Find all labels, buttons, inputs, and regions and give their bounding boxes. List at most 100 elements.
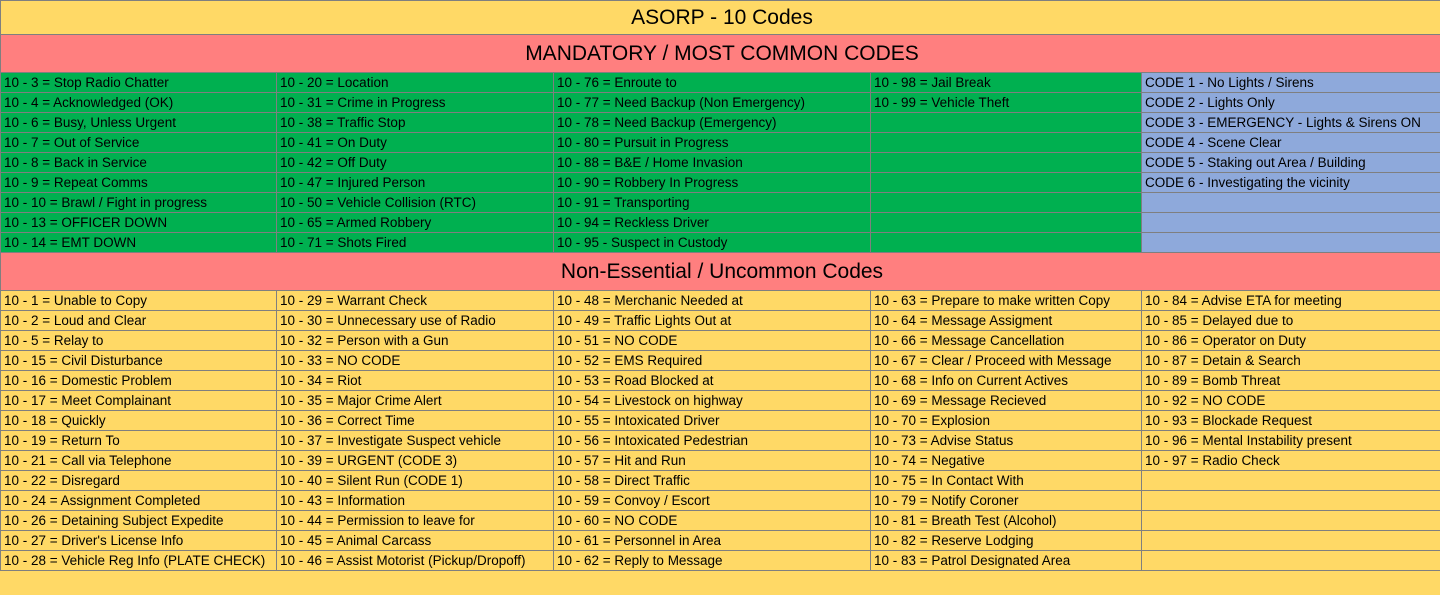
uncommon-code-cell: 10 - 60 = NO CODE bbox=[553, 510, 871, 531]
mandatory-code-cell: 10 - 9 = Repeat Comms bbox=[0, 172, 277, 193]
mandatory-code-cell: 10 - 71 = Shots Fired bbox=[276, 232, 554, 253]
mandatory-code-cell: 10 - 95 - Suspect in Custody bbox=[553, 232, 871, 253]
mandatory-code-cell: 10 - 80 = Pursuit in Progress bbox=[553, 132, 871, 153]
mandatory-code-cell: 10 - 6 = Busy, Unless Urgent bbox=[0, 112, 277, 133]
uncommon-row: 10 - 17 = Meet Complainant 10 - 35 = Majo… bbox=[0, 390, 1440, 411]
mandatory-code-cell: 10 - 91 = Transporting bbox=[553, 192, 871, 213]
mandatory-row: 10 - 13 = OFFICER DOWN 10 - 65 = Armed Ro… bbox=[0, 212, 1440, 233]
mandatory-code-cell bbox=[870, 192, 1142, 213]
mandatory-code-cell: 10 - 7 = Out of Service bbox=[0, 132, 277, 153]
mandatory-code-cell bbox=[870, 212, 1142, 233]
mandatory-code-cell: 10 - 50 = Vehicle Collision (RTC) bbox=[276, 192, 554, 213]
uncommon-code-cell: 10 - 5 = Relay to bbox=[0, 330, 277, 351]
uncommon-code-cell: 10 - 56 = Intoxicated Pedestrian bbox=[553, 430, 871, 451]
mandatory-row: 10 - 6 = Busy, Unless Urgent 10 - 38 = Tr… bbox=[0, 112, 1440, 133]
uncommon-row: 10 - 16 = Domestic Problem 10 - 34 = Riot… bbox=[0, 370, 1440, 391]
mandatory-code-cell bbox=[1141, 192, 1440, 213]
mandatory-row: 10 - 8 = Back in Service 10 - 42 = Off Du… bbox=[0, 152, 1440, 173]
mandatory-code-cell bbox=[1141, 232, 1440, 253]
mandatory-code-cell: 10 - 88 = B&E / Home Invasion bbox=[553, 152, 871, 173]
uncommon-code-cell: 10 - 40 = Silent Run (CODE 1) bbox=[276, 470, 554, 491]
uncommon-code-cell: 10 - 69 = Message Recieved bbox=[870, 390, 1142, 411]
uncommon-code-cell: 10 - 46 = Assist Motorist (Pickup/Dropof… bbox=[276, 550, 554, 571]
mandatory-code-cell: 10 - 94 = Reckless Driver bbox=[553, 212, 871, 233]
uncommon-row: 10 - 5 = Relay to 10 - 32 = Person with a… bbox=[0, 330, 1440, 351]
uncommon-heading: Non-Essential / Uncommon Codes bbox=[0, 252, 1440, 291]
uncommon-code-cell: 10 - 39 = URGENT (CODE 3) bbox=[276, 450, 554, 471]
uncommon-code-cell: 10 - 92 = NO CODE bbox=[1141, 390, 1440, 411]
uncommon-code-cell: 10 - 58 = Direct Traffic bbox=[553, 470, 871, 491]
uncommon-code-cell: 10 - 34 = Riot bbox=[276, 370, 554, 391]
uncommon-code-cell: 10 - 27 = Driver's License Info bbox=[0, 530, 277, 551]
mandatory-code-cell: 10 - 13 = OFFICER DOWN bbox=[0, 212, 277, 233]
uncommon-code-cell bbox=[1141, 530, 1440, 551]
uncommon-code-cell: 10 - 83 = Patrol Designated Area bbox=[870, 550, 1142, 571]
uncommon-code-cell bbox=[1141, 490, 1440, 511]
uncommon-code-cell: 10 - 64 = Message Assigment bbox=[870, 310, 1142, 331]
uncommon-code-cell: 10 - 82 = Reserve Lodging bbox=[870, 530, 1142, 551]
uncommon-code-cell: 10 - 61 = Personnel in Area bbox=[553, 530, 871, 551]
mandatory-row: 10 - 3 = Stop Radio Chatter 10 - 20 = Loc… bbox=[0, 72, 1440, 93]
mandatory-code-cell: 10 - 4 = Acknowledged (OK) bbox=[0, 92, 277, 113]
uncommon-code-cell: 10 - 21 = Call via Telephone bbox=[0, 450, 277, 471]
uncommon-code-cell: 10 - 28 = Vehicle Reg Info (PLATE CHECK) bbox=[0, 550, 277, 571]
uncommon-code-cell: 10 - 57 = Hit and Run bbox=[553, 450, 871, 471]
uncommon-code-cell: 10 - 67 = Clear / Proceed with Message bbox=[870, 350, 1142, 371]
mandatory-code-cell: 10 - 90 = Robbery In Progress bbox=[553, 172, 871, 193]
uncommon-row: 10 - 24 = Assignment Completed 10 - 43 = … bbox=[0, 490, 1440, 511]
uncommon-code-cell: 10 - 49 = Traffic Lights Out at bbox=[553, 310, 871, 331]
uncommon-code-cell: 10 - 26 = Detaining Subject Expedite bbox=[0, 510, 277, 531]
mandatory-code-cell: 10 - 31 = Crime in Progress bbox=[276, 92, 554, 113]
mandatory-code-cell bbox=[1141, 212, 1440, 233]
uncommon-code-cell: 10 - 96 = Mental Instability present bbox=[1141, 430, 1440, 451]
uncommon-code-cell: 10 - 87 = Detain & Search bbox=[1141, 350, 1440, 371]
uncommon-code-cell: 10 - 1 = Unable to Copy bbox=[0, 290, 277, 311]
uncommon-code-cell: 10 - 70 = Explosion bbox=[870, 410, 1142, 431]
uncommon-code-cell: 10 - 18 = Quickly bbox=[0, 410, 277, 431]
uncommon-row: 10 - 2 = Loud and Clear 10 - 30 = Unneces… bbox=[0, 310, 1440, 331]
uncommon-code-cell bbox=[1141, 510, 1440, 531]
uncommon-code-cell: 10 - 89 = Bomb Threat bbox=[1141, 370, 1440, 391]
uncommon-code-cell: 10 - 35 = Major Crime Alert bbox=[276, 390, 554, 411]
uncommon-code-cell: 10 - 33 = NO CODE bbox=[276, 350, 554, 371]
mandatory-heading: MANDATORY / MOST COMMON CODES bbox=[0, 34, 1440, 73]
uncommon-code-cell: 10 - 59 = Convoy / Escort bbox=[553, 490, 871, 511]
mandatory-code-cell: 10 - 38 = Traffic Stop bbox=[276, 112, 554, 133]
uncommon-row: 10 - 18 = Quickly 10 - 36 = Correct Time 1… bbox=[0, 410, 1440, 431]
uncommon-row: 10 - 26 = Detaining Subject Expedite 10 -… bbox=[0, 510, 1440, 531]
mandatory-code-cell: 10 - 98 = Jail Break bbox=[870, 72, 1142, 93]
mandatory-code-cell: CODE 5 - Staking out Area / Building bbox=[1141, 152, 1440, 173]
uncommon-code-cell: 10 - 43 = Information bbox=[276, 490, 554, 511]
uncommon-code-cell: 10 - 86 = Operator on Duty bbox=[1141, 330, 1440, 351]
mandatory-code-cell: CODE 6 - Investigating the vicinity bbox=[1141, 172, 1440, 193]
uncommon-code-cell: 10 - 22 = Disregard bbox=[0, 470, 277, 491]
uncommon-code-cell: 10 - 36 = Correct Time bbox=[276, 410, 554, 431]
mandatory-code-cell bbox=[870, 152, 1142, 173]
mandatory-code-cell: 10 - 41 = On Duty bbox=[276, 132, 554, 153]
uncommon-code-cell: 10 - 66 = Message Cancellation bbox=[870, 330, 1142, 351]
mandatory-code-cell bbox=[870, 132, 1142, 153]
uncommon-code-cell: 10 - 53 = Road Blocked at bbox=[553, 370, 871, 391]
mandatory-code-cell: 10 - 99 = Vehicle Theft bbox=[870, 92, 1142, 113]
uncommon-code-cell: 10 - 79 = Notify Coroner bbox=[870, 490, 1142, 511]
mandatory-code-cell: CODE 1 - No Lights / Sirens bbox=[1141, 72, 1440, 93]
mandatory-code-cell: 10 - 78 = Need Backup (Emergency) bbox=[553, 112, 871, 133]
uncommon-code-cell: 10 - 51 = NO CODE bbox=[553, 330, 871, 351]
uncommon-code-cell: 10 - 84 = Advise ETA for meeting bbox=[1141, 290, 1440, 311]
uncommon-code-cell: 10 - 62 = Reply to Message bbox=[553, 550, 871, 571]
uncommon-code-cell: 10 - 81 = Breath Test (Alcohol) bbox=[870, 510, 1142, 531]
uncommon-row: 10 - 1 = Unable to Copy 10 - 29 = Warrant… bbox=[0, 290, 1440, 311]
mandatory-row: 10 - 7 = Out of Service 10 - 41 = On Duty… bbox=[0, 132, 1440, 153]
uncommon-code-cell: 10 - 68 = Info on Current Actives bbox=[870, 370, 1142, 391]
mandatory-row: 10 - 4 = Acknowledged (OK) 10 - 31 = Crim… bbox=[0, 92, 1440, 113]
uncommon-row: 10 - 21 = Call via Telephone 10 - 39 = UR… bbox=[0, 450, 1440, 471]
mandatory-code-cell: 10 - 65 = Armed Robbery bbox=[276, 212, 554, 233]
mandatory-code-cell: 10 - 10 = Brawl / Fight in progress bbox=[0, 192, 277, 213]
uncommon-row: 10 - 28 = Vehicle Reg Info (PLATE CHECK)… bbox=[0, 550, 1440, 571]
mandatory-code-cell: 10 - 20 = Location bbox=[276, 72, 554, 93]
uncommon-code-cell: 10 - 17 = Meet Complainant bbox=[0, 390, 277, 411]
sheet-title: ASORP - 10 Codes bbox=[0, 0, 1440, 35]
mandatory-code-cell: 10 - 76 = Enroute to bbox=[553, 72, 871, 93]
uncommon-row: 10 - 22 = Disregard 10 - 40 = Silent Run … bbox=[0, 470, 1440, 491]
uncommon-code-cell: 10 - 93 = Blockade Request bbox=[1141, 410, 1440, 431]
